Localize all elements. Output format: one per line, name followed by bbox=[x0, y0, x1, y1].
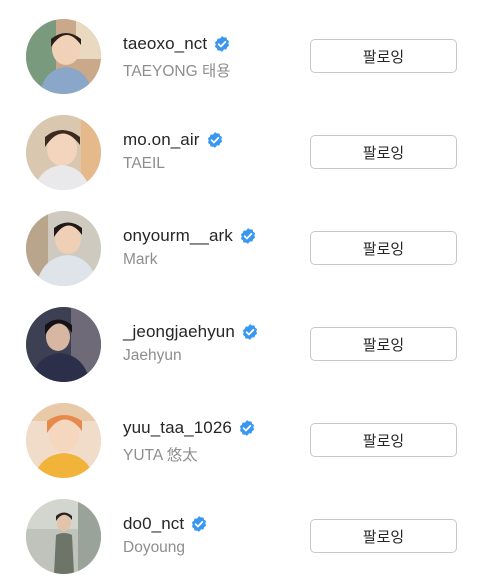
following-button[interactable]: 팔로잉 bbox=[310, 327, 457, 361]
verified-badge-icon bbox=[239, 227, 257, 245]
list-item[interactable]: taeoxo_nct TAEYONG 태용 팔로잉 bbox=[0, 9, 480, 105]
list-item[interactable]: do0_nct Doyoung 팔로잉 bbox=[0, 489, 480, 585]
list-item[interactable]: onyourm__ark Mark 팔로잉 bbox=[0, 201, 480, 297]
username[interactable]: mo.on_air bbox=[123, 130, 200, 150]
username-line: yuu_taa_1026 bbox=[123, 417, 256, 439]
verified-badge-icon bbox=[190, 515, 208, 533]
username-line: mo.on_air bbox=[123, 129, 224, 151]
avatar[interactable] bbox=[26, 115, 101, 190]
avatar[interactable] bbox=[26, 403, 101, 478]
full-name: YUTA 悠太 bbox=[123, 447, 198, 464]
full-name: TAEIL bbox=[123, 155, 165, 172]
username-line: taeoxo_nct bbox=[123, 33, 231, 55]
list-item[interactable]: _jeongjaehyun Jaehyun 팔로잉 bbox=[0, 297, 480, 393]
following-button[interactable]: 팔로잉 bbox=[310, 519, 457, 553]
full-name: Jaehyun bbox=[123, 347, 182, 364]
verified-badge-icon bbox=[241, 323, 259, 341]
following-list: taeoxo_nct TAEYONG 태용 팔로잉 mo.on_air TAEI… bbox=[0, 0, 480, 579]
avatar[interactable] bbox=[26, 307, 101, 382]
avatar[interactable] bbox=[26, 499, 101, 574]
username-line: onyourm__ark bbox=[123, 225, 257, 247]
username[interactable]: taeoxo_nct bbox=[123, 34, 207, 54]
avatar-image bbox=[26, 499, 101, 574]
avatar-image bbox=[26, 307, 101, 382]
avatar-image bbox=[26, 19, 101, 94]
avatar[interactable] bbox=[26, 19, 101, 94]
avatar[interactable] bbox=[26, 211, 101, 286]
username[interactable]: onyourm__ark bbox=[123, 226, 233, 246]
username[interactable]: do0_nct bbox=[123, 514, 184, 534]
full-name: TAEYONG 태용 bbox=[123, 63, 231, 80]
username-line: _jeongjaehyun bbox=[123, 321, 259, 343]
following-button[interactable]: 팔로잉 bbox=[310, 231, 457, 265]
following-button[interactable]: 팔로잉 bbox=[310, 39, 457, 73]
avatar-image bbox=[26, 211, 101, 286]
following-button[interactable]: 팔로잉 bbox=[310, 423, 457, 457]
full-name: Mark bbox=[123, 251, 158, 268]
username-line: do0_nct bbox=[123, 513, 208, 535]
username[interactable]: _jeongjaehyun bbox=[123, 322, 235, 342]
avatar-image bbox=[26, 403, 101, 478]
verified-badge-icon bbox=[206, 131, 224, 149]
avatar-image bbox=[26, 115, 101, 190]
username[interactable]: yuu_taa_1026 bbox=[123, 418, 232, 438]
full-name: Doyoung bbox=[123, 539, 186, 556]
list-item[interactable]: yuu_taa_1026 YUTA 悠太 팔로잉 bbox=[0, 393, 480, 489]
list-item[interactable]: mo.on_air TAEIL 팔로잉 bbox=[0, 105, 480, 201]
verified-badge-icon bbox=[238, 419, 256, 437]
following-button[interactable]: 팔로잉 bbox=[310, 135, 457, 169]
verified-badge-icon bbox=[213, 35, 231, 53]
